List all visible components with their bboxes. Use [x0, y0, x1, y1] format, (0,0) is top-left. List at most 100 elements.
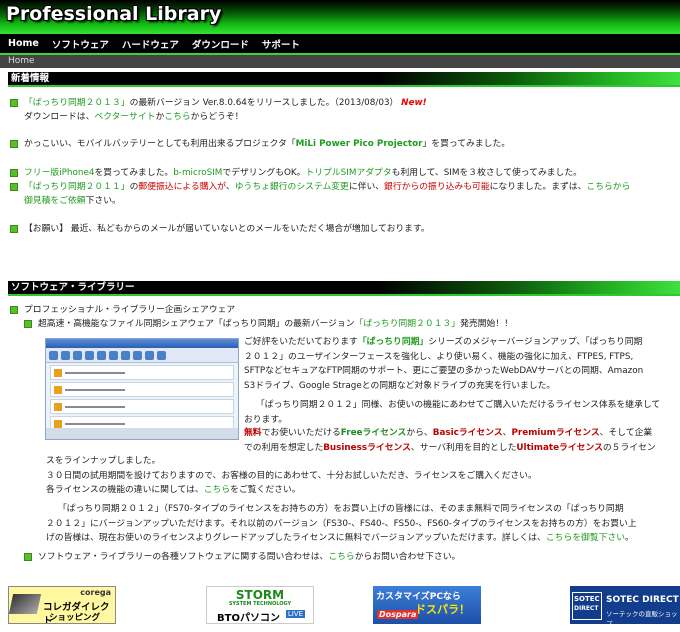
storm-badge: LIVE: [285, 610, 305, 618]
breadcrumb[interactable]: Home: [0, 55, 680, 68]
storm-subtitle: SYSTEM TECHNOLOGY: [228, 601, 292, 607]
desc-text: ２０１２」にバージョンアップいただけます。それ以前のバージョン（FS30-、FS…: [46, 518, 637, 529]
mili-projector-link[interactable]: MiLi Power Pico Projector: [296, 139, 423, 149]
triple-sim-link[interactable]: トリプルSIMアダプタ: [305, 168, 391, 178]
desc-text: 、サーバ利用を目的とした: [410, 442, 517, 453]
software-heading-text: プロフェッショナル・ライブラリー企画シェアウェア: [24, 305, 236, 315]
iphone4-link[interactable]: フリー版iPhone4: [24, 168, 94, 178]
postal-transfer-text: 郵便振込による購入が: [138, 182, 226, 192]
desc-text: から、: [406, 428, 433, 438]
desc-text: シリーズのメジャーバージョンアップ、「ぱっちり同期: [428, 337, 643, 347]
desc-text: でお使いいただける: [261, 428, 341, 438]
software-section-title: ソフトウェア・ライブラリー: [8, 281, 680, 294]
desc-text: 「ぱっちり同期２０１２」同様、お使いの機能にあわせてご購入いただけるライセンス体…: [256, 400, 661, 410]
patchiri-2013-product-link[interactable]: 「ぱっちり同期２０１３」: [355, 319, 461, 329]
desc-text: 。: [625, 533, 634, 543]
yucho-system-link[interactable]: ゆうちょ銀行のシステム変更: [235, 182, 349, 192]
request-quote-link[interactable]: 御見積をご依頼: [24, 196, 86, 206]
dospara-banner[interactable]: カスタマイズPCなら ドスパラ！ Dospara: [373, 586, 481, 624]
news-text: になりました。まずは、: [489, 182, 587, 192]
bullet-icon: [24, 552, 32, 561]
news-text: 、: [225, 182, 235, 192]
sotec-banner[interactable]: SOTEC DIRECT SOTEC DIRECT ソーテックの直販ショップ: [570, 586, 680, 624]
desc-text: スをラインナップしました。: [46, 456, 161, 466]
site-logo[interactable]: Professional Library: [6, 3, 221, 25]
contact-link[interactable]: こちら: [328, 552, 354, 562]
news-text: 」を買ってみました。: [422, 139, 511, 149]
patchiri-2013-link[interactable]: 「ぱっちり同期２０１３」: [24, 98, 130, 108]
basic-license-text: Basicライセンス: [432, 428, 503, 438]
nav-hardware[interactable]: ハードウェア: [122, 37, 179, 51]
corega-banner[interactable]: corega コレガダイレクト ショッピング: [8, 586, 116, 624]
desc-text: おります。: [244, 414, 288, 425]
new-badge: New!: [401, 98, 427, 108]
bullet-icon: [10, 224, 18, 233]
app-row: [50, 365, 234, 380]
software-heading-2: 超高速・高機能なファイル同期シェアウェア「ぱっちり同期」の最新バージョン「ぱっち…: [24, 317, 680, 332]
app-toolbar: [46, 348, 238, 363]
license-compare-link[interactable]: こちら: [204, 485, 230, 495]
license-intro: 「ぱっちり同期２０１２」同様、お使いの機能にあわせてご購入いただけるライセンス体…: [244, 398, 676, 427]
nav-download[interactable]: ダウンロード: [192, 37, 249, 51]
main-nav: Home ソフトウェア ハードウェア ダウンロード サポート: [0, 34, 680, 53]
storm-banner[interactable]: STORM SYSTEM TECHNOLOGY BTOパソコン LIVE: [206, 586, 314, 624]
corega-subtitle: ショッピング: [49, 613, 101, 623]
desc-text: 「ぱっちり同期２０１２」（FS70-タイプのライセンスをお持ちの方）をお買い上げ…: [58, 504, 624, 514]
software-heading-text: 発売開始！！: [460, 319, 513, 329]
product-description: ご好評をいただいております「ぱっちり同期」シリーズのメジャーバージョンアップ、「…: [244, 335, 676, 393]
nav-support[interactable]: サポート: [262, 37, 300, 51]
patchiri-2011-link[interactable]: 「ぱっちり同期２０１１」: [24, 182, 130, 192]
sotec-logo: SOTEC: [574, 595, 600, 603]
vector-site-link[interactable]: ベクターサイト: [94, 112, 155, 122]
news-item-1: 「ぱっちり同期２０１３」の最新バージョン Ver.8.0.64をリリースしました…: [10, 96, 680, 124]
quote-here-link[interactable]: こちらから: [586, 182, 630, 192]
desc-text: での利用を想定した: [244, 442, 324, 453]
news-text: を買ってみました。: [94, 168, 174, 178]
business-license-text: Businessライセンス: [323, 442, 411, 453]
bank-transfer-text: 銀行からの振り込みも可能: [384, 182, 490, 192]
ultimate-license-text: Ultimateライセンス: [516, 442, 603, 453]
patchiri-series-link[interactable]: 「ぱっちり同期」: [358, 337, 428, 347]
desc-text: SFTPなどセキュアなFTP同期のサポート、更にご要望の多かったWebDAVサー…: [244, 366, 644, 376]
storm-logo: STORM: [235, 588, 285, 602]
news-item-3: フリー版iPhone4を買ってみました。b-microSIMでデザリングもOK。…: [10, 166, 680, 180]
app-titlebar: [46, 339, 238, 348]
news-text: からどうぞ！: [190, 112, 244, 122]
dospara-title-2: ドスパラ！: [415, 603, 470, 616]
dospara-logo: Dospara: [377, 610, 419, 619]
bullet-icon: [24, 319, 32, 328]
news-item-5: 【お願い】 最近、私どもからのメールが届いていないとのメールをいただく場合が増加…: [10, 222, 680, 236]
desc-text: 、そして企業: [599, 428, 653, 438]
desc-text: の５ライセン: [602, 442, 656, 453]
card-icon: [9, 594, 42, 614]
download-here-link[interactable]: こちら: [164, 112, 190, 122]
sotec-logo-2: DIRECT: [574, 605, 599, 612]
banner-row: corega コレガダイレクト ショッピング STORM SYSTEM TECH…: [0, 586, 680, 632]
desc-text: S3ドライブ、Google Strageとの同期など対象ドライブの充実を行いまし…: [244, 380, 556, 391]
news-section-underline: [8, 85, 680, 87]
sotec-title: SOTEC DIRECT: [606, 595, 679, 605]
bullet-icon: [10, 139, 18, 148]
desc-text: ご好評をいただいております: [244, 337, 358, 347]
news-text: 【お願い】 最近、私どもからのメールが届いていないとのメールをいただく場合が増加…: [24, 224, 430, 234]
license-types: 無料でお使いいただけるFreeライセンスから、Basicライセンス、Premiu…: [244, 426, 676, 455]
app-screenshot: [45, 338, 239, 440]
storm-title: BTOパソコン: [217, 613, 280, 624]
bullet-icon: [10, 182, 18, 191]
nav-software[interactable]: ソフトウェア: [52, 37, 109, 51]
news-text: 下さい。: [85, 196, 121, 206]
news-item-2: かっこいい、モバイルバッテリーとしても利用出来るプロジェクタ「MiLi Powe…: [10, 137, 680, 151]
news-section-title: 新着情報: [8, 72, 680, 85]
b-microsim-link[interactable]: b-microSIM: [173, 168, 222, 178]
desc-text: ３０日間の試用期間を設けておりますので、お客様の目的にあわせて、十分お試しいただ…: [46, 470, 537, 481]
news-text: の最新バージョン Ver.8.0.64をリリースしました。（2013/08/03…: [129, 98, 399, 108]
nav-home[interactable]: Home: [8, 38, 39, 49]
desc-text: からお問い合わせ下さい。: [354, 552, 461, 562]
software-heading-1: プロフェッショナル・ライブラリー企画シェアウェア: [10, 303, 678, 318]
app-row: [50, 399, 234, 414]
desc-text: ２０１２」のユーザインターフェースを強化し、より使い易く、機能の強化に加え、FT…: [244, 351, 634, 362]
site-header: Professional Library: [0, 0, 680, 34]
contact-line: ソフトウェア・ライブラリーの各種ソフトウェアに関する問い合わせは、こちらからお問…: [24, 550, 680, 565]
upgrade-details-link[interactable]: こちらを御覧下さい: [546, 533, 625, 543]
desc-text: 各ライセンスの機能の違いに関しては、: [46, 485, 204, 495]
